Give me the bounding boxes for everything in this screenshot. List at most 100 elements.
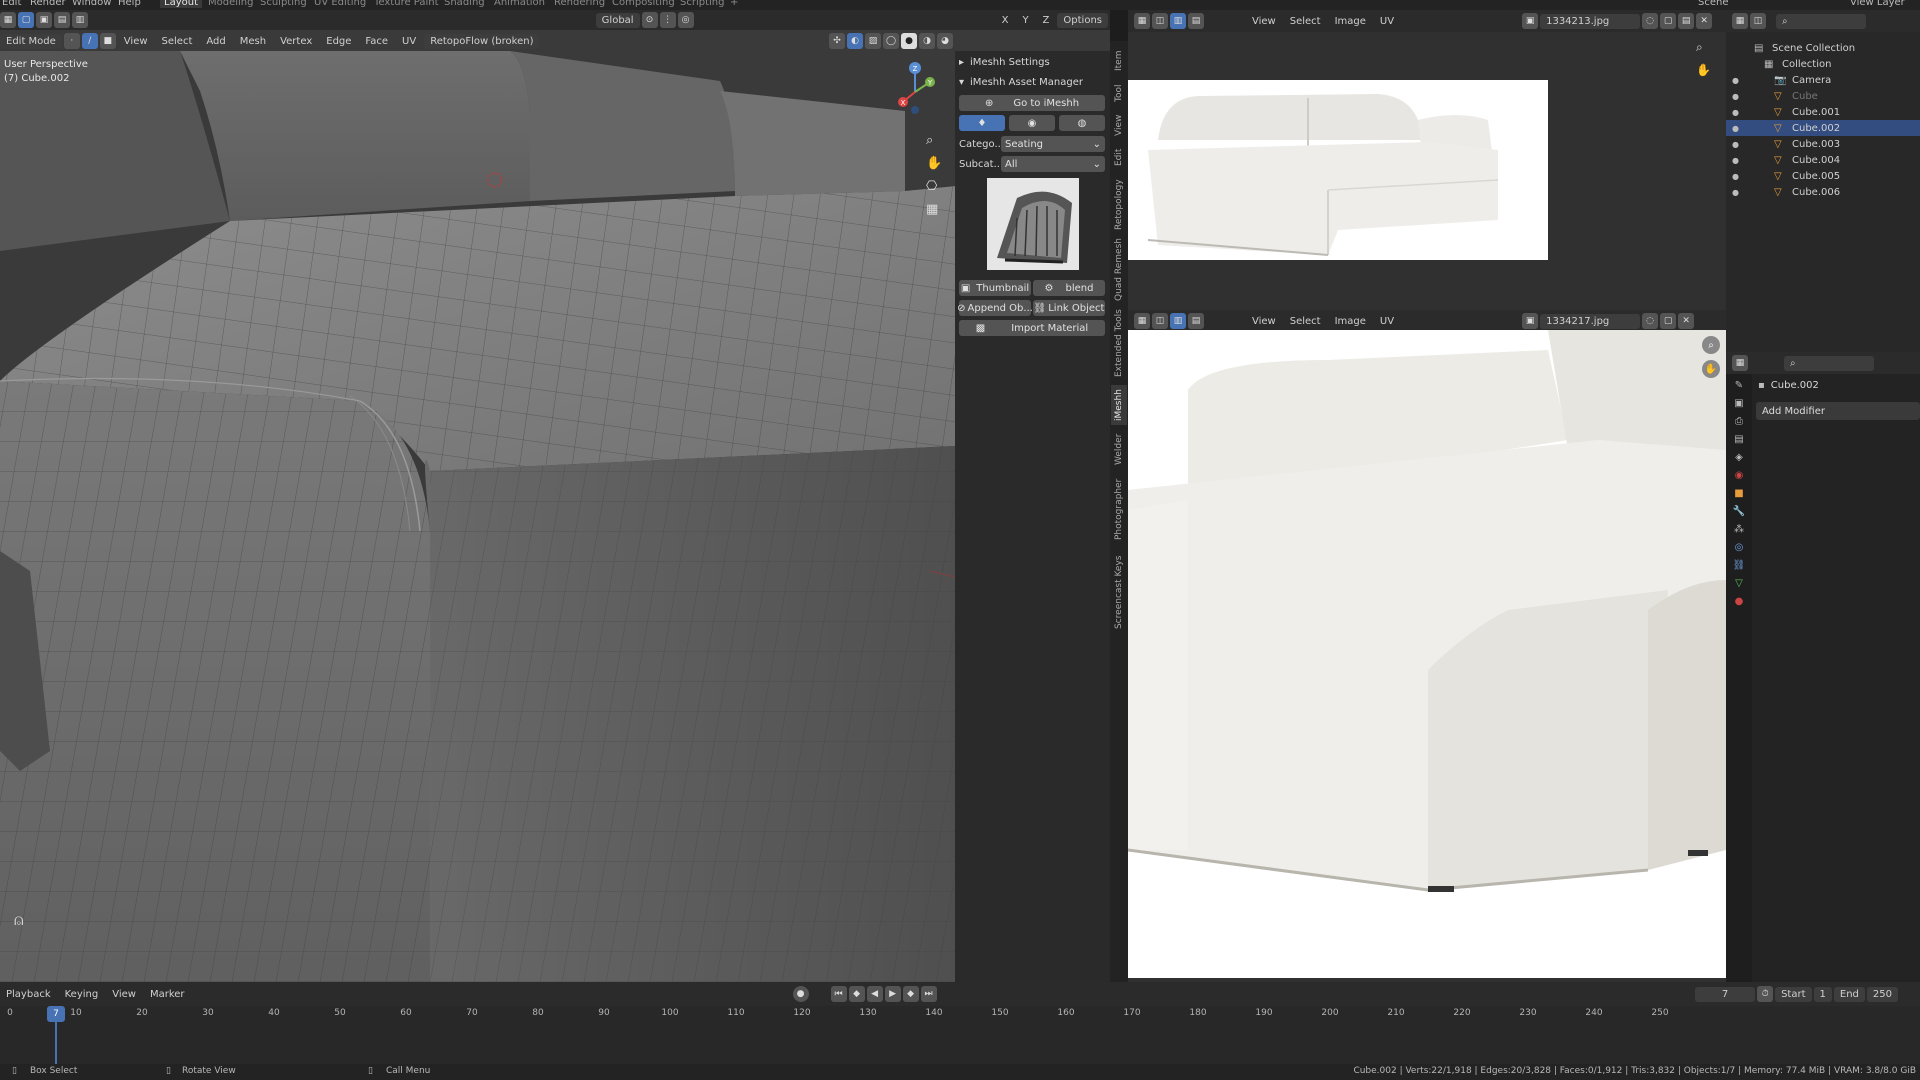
imeshh-settings-header[interactable]: ▸ iMeshh Settings: [959, 53, 1105, 71]
add-workspace-button[interactable]: +: [730, 0, 738, 8]
camera-view-icon[interactable]: ⎔: [926, 179, 942, 194]
start-frame-field[interactable]: 1: [1813, 986, 1832, 1002]
tab-view[interactable]: View: [1111, 111, 1127, 139]
add-modifier-button[interactable]: Add Modifier: [1756, 402, 1920, 420]
object-icon[interactable]: ■: [1734, 488, 1743, 499]
mesh-viewport-render[interactable]: [0, 51, 955, 982]
outliner-row[interactable]: ▦ Collection: [1726, 56, 1920, 72]
editor-type-icon[interactable]: ▦: [1732, 355, 1748, 371]
image-browse-icon[interactable]: ▣: [1522, 313, 1539, 329]
tab-imeshh[interactable]: iMeshh: [1111, 385, 1127, 425]
tab-welder[interactable]: Welder: [1111, 429, 1127, 469]
tab-scripting[interactable]: Scripting: [680, 0, 724, 8]
go-to-imeshh-button[interactable]: ⊕ Go to iMeshh: [959, 95, 1105, 111]
playhead-frame-label[interactable]: 7: [47, 1006, 65, 1022]
zoom-icon[interactable]: ⌕: [1702, 336, 1720, 354]
menu-view[interactable]: View: [118, 34, 154, 49]
close-icon[interactable]: ✕: [1696, 13, 1713, 29]
retopoflow-dropdown[interactable]: RetopoFlow (broken): [424, 33, 540, 49]
select-invert-icon[interactable]: ▥: [72, 12, 88, 28]
wireframe-shading-icon[interactable]: ◯: [883, 33, 899, 49]
outliner-row[interactable]: ● 📷 Camera: [1726, 72, 1920, 88]
uv-select-icon[interactable]: ▤: [1188, 313, 1204, 329]
tab-modeling[interactable]: Modeling: [208, 0, 254, 8]
output-icon[interactable]: ⎙: [1735, 416, 1743, 427]
thumbnail-button[interactable]: ▣ Thumbnail: [959, 280, 1031, 296]
new-image-icon[interactable]: ▢: [1660, 13, 1677, 29]
view-mode-icon[interactable]: ◫: [1152, 313, 1168, 329]
menu-select[interactable]: Select: [1284, 314, 1327, 329]
menu-face[interactable]: Face: [359, 34, 394, 49]
visibility-eye-icon[interactable]: ●: [1732, 124, 1746, 133]
properties-search-input[interactable]: ⌕: [1784, 355, 1874, 371]
material-icon[interactable]: ●: [1735, 596, 1744, 607]
data-icon[interactable]: ▽: [1735, 578, 1743, 589]
solid-shading-icon[interactable]: ●: [901, 33, 917, 49]
menu-help[interactable]: Help: [118, 0, 141, 8]
menu-view[interactable]: View: [1246, 14, 1282, 29]
view-layer-selector[interactable]: View Layer: [1850, 0, 1905, 8]
vertex-select-icon[interactable]: ·: [63, 33, 80, 49]
proportional-edit-icon[interactable]: ◎: [677, 12, 694, 28]
menu-select[interactable]: Select: [1284, 14, 1327, 29]
mirror-z-toggle[interactable]: Z: [1037, 13, 1056, 28]
fake-user-icon[interactable]: ◌: [1642, 313, 1659, 329]
rendered-shading-icon[interactable]: ◕: [937, 33, 953, 49]
physics-icon[interactable]: ◎: [1735, 542, 1744, 553]
blend-button[interactable]: ⚙ blend: [1033, 280, 1105, 296]
pan-hand-icon[interactable]: ✋: [926, 156, 942, 171]
pin-icon[interactable]: ▥: [1170, 13, 1186, 29]
visibility-eye-icon[interactable]: ●: [1732, 108, 1746, 117]
menu-image[interactable]: Image: [1329, 314, 1372, 329]
menu-vertex[interactable]: Vertex: [274, 34, 318, 49]
render-icon[interactable]: ▣: [1734, 398, 1743, 409]
menu-uv[interactable]: UV: [1374, 14, 1400, 29]
select-subtract-icon[interactable]: ▤: [54, 12, 70, 28]
outliner-row[interactable]: ● ▽ Cube.002: [1726, 120, 1920, 136]
image-editor-bottom[interactable]: ▦ ◫ ▥ ▤ View Select Image UV ▣ 1334217.j…: [1128, 310, 1726, 982]
image-editor-top[interactable]: ▦ ◫ ▥ ▤ View Select Image UV ▣ 1334213.j…: [1128, 10, 1726, 310]
outliner-search-input[interactable]: ⌕: [1776, 13, 1866, 29]
modifier-wrench-icon[interactable]: 🔧: [1733, 506, 1745, 517]
pan-hand-icon[interactable]: ✋: [1702, 360, 1720, 378]
menu-edit[interactable]: Edit: [2, 0, 21, 8]
snap-icon[interactable]: ⋮: [659, 12, 676, 28]
timeline-ruler[interactable]: 0 10 20 30 40 50 60 70 80 90 100 110 120 130 140 150 160…: [0, 982, 1730, 1064]
mode-dropdown[interactable]: Edit Mode: [0, 33, 62, 49]
zoom-icon[interactable]: ⌕: [926, 133, 942, 148]
pan-hand-icon[interactable]: ✋: [1696, 63, 1711, 77]
tab-item[interactable]: Item: [1111, 47, 1127, 75]
constraints-icon[interactable]: ⛓: [1733, 560, 1746, 571]
asset-thumbnail[interactable]: [987, 178, 1079, 270]
category-dropdown[interactable]: Seating ⌄: [1001, 136, 1105, 152]
visibility-eye-icon[interactable]: ●: [1732, 172, 1746, 181]
pivot-icon[interactable]: ⊙: [641, 12, 658, 28]
menu-image[interactable]: Image: [1329, 14, 1372, 29]
new-image-icon[interactable]: ▢: [1660, 313, 1677, 329]
editor-type-icon[interactable]: ▦: [1732, 13, 1748, 29]
stopwatch-icon[interactable]: ⏱: [1757, 986, 1774, 1002]
visibility-eye-icon[interactable]: ●: [1732, 92, 1746, 101]
menu-edge[interactable]: Edge: [320, 34, 357, 49]
outliner-row[interactable]: ● ▽ Cube.004: [1726, 152, 1920, 168]
select-box-icon[interactable]: ▢: [18, 12, 34, 28]
world-icon[interactable]: ◉: [1735, 470, 1744, 481]
editor-type-icon[interactable]: ▦: [0, 12, 16, 28]
visibility-eye-icon[interactable]: ●: [1732, 188, 1746, 197]
editor-type-icon[interactable]: ▦: [1134, 13, 1150, 29]
tab-texture-paint[interactable]: Texture Paint: [374, 0, 439, 8]
close-icon[interactable]: ✕: [1678, 313, 1695, 329]
tab-retopology[interactable]: Retopology: [1111, 175, 1127, 235]
tab-extended-tools[interactable]: Extended Tools: [1111, 305, 1127, 381]
options-dropdown[interactable]: Options: [1057, 12, 1108, 28]
editor-type-icon[interactable]: ▦: [1134, 313, 1150, 329]
tab-uv-editing[interactable]: UV Editing: [314, 0, 366, 8]
subcategory-dropdown[interactable]: All ⌄: [1001, 156, 1105, 172]
select-extend-icon[interactable]: ▣: [36, 12, 52, 28]
outliner-row[interactable]: ● ▽ Cube.003: [1726, 136, 1920, 152]
outliner-row[interactable]: ● ▽ Cube: [1726, 88, 1920, 104]
materials-tab-button[interactable]: ◉: [1009, 115, 1055, 131]
append-object-button[interactable]: ⊘ Append Ob...: [957, 300, 1033, 316]
mirror-y-toggle[interactable]: Y: [1016, 13, 1034, 28]
navigation-gizmo[interactable]: Z Y X: [885, 62, 945, 122]
